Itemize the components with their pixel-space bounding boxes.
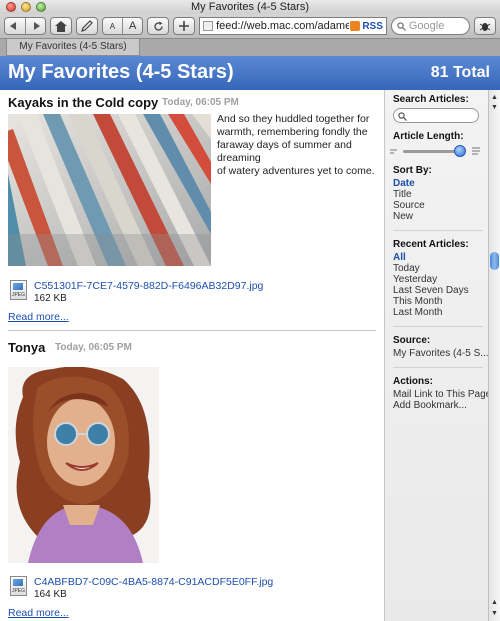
edit-button[interactable] bbox=[75, 17, 98, 35]
zoom-window-button[interactable] bbox=[36, 2, 46, 12]
text-smaller-button[interactable]: A bbox=[103, 18, 123, 34]
attachment-link[interactable]: C551301F-7CE7-4579-882D-F6496AB32D97.jpg bbox=[34, 280, 263, 292]
article-divider bbox=[8, 330, 376, 331]
source-link[interactable]: My Favorites (4-5 S... bbox=[393, 348, 489, 359]
article-title[interactable]: Kayaks in the Cold copy bbox=[8, 95, 158, 110]
article-search-input[interactable] bbox=[393, 108, 479, 123]
read-more-link[interactable]: Read more... bbox=[8, 607, 69, 619]
window-title: My Favorites (4-5 Stars) bbox=[191, 1, 309, 13]
kayaks-photo bbox=[8, 114, 211, 266]
text-size-group: A A bbox=[101, 17, 144, 35]
sort-by-heading: Sort By: bbox=[393, 165, 432, 176]
window-controls bbox=[6, 2, 46, 12]
attachment-size: 164 KB bbox=[34, 589, 67, 600]
sort-option-source[interactable]: Source bbox=[393, 200, 425, 211]
actions-heading: Actions: bbox=[393, 376, 433, 387]
article-title[interactable]: Tonya bbox=[8, 340, 45, 355]
article-length-slider-knob[interactable] bbox=[454, 145, 466, 157]
text-larger-button[interactable]: A bbox=[122, 18, 142, 34]
mail-link-action[interactable]: Mail Link to This Page bbox=[393, 389, 491, 400]
address-bar[interactable]: feed://web.mac.com/adamen RSS bbox=[199, 17, 387, 35]
plus-icon bbox=[179, 21, 190, 31]
article-date: Today, 06:05 PM bbox=[162, 97, 239, 108]
recent-option-today[interactable]: Today bbox=[393, 263, 420, 274]
recent-option-last-seven-days[interactable]: Last Seven Days bbox=[393, 285, 469, 296]
pencil-icon bbox=[80, 20, 93, 32]
jpeg-file-icon bbox=[10, 576, 27, 596]
read-more-link[interactable]: Read more... bbox=[8, 311, 69, 323]
vertical-scrollbar[interactable]: ▲ ▼ ▲ ▼ bbox=[488, 90, 500, 621]
tab-my-favorites[interactable]: My Favorites (4-5 Stars) bbox=[6, 39, 140, 56]
rss-button[interactable]: RSS bbox=[362, 21, 386, 32]
bug-icon bbox=[479, 23, 491, 31]
add-bookmark-action[interactable]: Add Bookmark... bbox=[393, 400, 467, 411]
sidebar-divider bbox=[393, 367, 483, 368]
excerpt-line: warmth, remembering fondly the bbox=[217, 126, 368, 138]
article-list: Kayaks in the Cold copy Today, 06:05 PM … bbox=[0, 90, 384, 621]
recent-option-yesterday[interactable]: Yesterday bbox=[393, 274, 437, 285]
reload-icon bbox=[153, 21, 163, 31]
source-heading: Source: bbox=[393, 335, 431, 346]
excerpt-line: of watery adventures yet to come. bbox=[217, 165, 375, 177]
search-placeholder: Google bbox=[408, 20, 445, 32]
sort-option-new[interactable]: New bbox=[393, 211, 413, 222]
back-arrow-icon[interactable] bbox=[5, 18, 25, 34]
add-bookmark-button[interactable] bbox=[173, 17, 196, 35]
google-search-input[interactable]: Google bbox=[390, 17, 471, 35]
article-excerpt: And so they huddled together for warmth,… bbox=[217, 113, 382, 178]
jpeg-file-icon bbox=[10, 280, 27, 300]
scrollbar-thumb[interactable] bbox=[490, 252, 499, 270]
long-length-icon bbox=[472, 147, 480, 155]
recent-option-last-month[interactable]: Last Month bbox=[393, 307, 442, 318]
recent-articles-heading: Recent Articles: bbox=[393, 239, 469, 250]
rss-icon bbox=[350, 21, 361, 31]
browser-toolbar: A A feed://web.mac.com/adamen RSS Google bbox=[0, 14, 500, 38]
sort-option-date[interactable]: Date bbox=[393, 178, 415, 189]
recent-option-all[interactable]: All bbox=[393, 252, 406, 263]
back-forward-group bbox=[4, 17, 46, 35]
search-icon bbox=[398, 109, 407, 124]
short-length-icon bbox=[390, 149, 397, 154]
scroll-down-arrow-icon[interactable]: ▼ bbox=[489, 102, 500, 114]
article-total-count: 81 Total bbox=[430, 64, 490, 81]
forward-arrow-icon[interactable] bbox=[24, 18, 45, 34]
article-length-heading: Article Length: bbox=[393, 131, 464, 142]
attachment-size: 162 KB bbox=[34, 293, 67, 304]
feed-sidebar: Search Articles: Article Length: Sort By… bbox=[384, 90, 491, 621]
search-icon bbox=[397, 21, 406, 31]
bug-report-button[interactable] bbox=[474, 17, 497, 35]
recent-option-this-month[interactable]: This Month bbox=[393, 296, 442, 307]
page-icon bbox=[203, 21, 214, 31]
page-title: My Favorites (4-5 Stars) bbox=[8, 61, 234, 83]
window-titlebar: My Favorites (4-5 Stars) bbox=[0, 0, 500, 14]
minimize-window-button[interactable] bbox=[21, 2, 31, 12]
home-icon bbox=[54, 20, 67, 32]
tab-bar: My Favorites (4-5 Stars) bbox=[0, 38, 500, 56]
sidebar-divider bbox=[393, 326, 483, 327]
reload-button[interactable] bbox=[147, 17, 170, 35]
home-button[interactable] bbox=[49, 17, 72, 35]
feed-header: My Favorites (4-5 Stars) 81 Total bbox=[0, 56, 500, 90]
article-date: Today, 06:05 PM bbox=[55, 342, 132, 353]
address-text: feed://web.mac.com/adamen bbox=[216, 20, 350, 32]
scroll-down-arrow-icon[interactable]: ▼ bbox=[489, 608, 500, 620]
sort-option-title[interactable]: Title bbox=[393, 189, 412, 200]
tonya-photo bbox=[8, 367, 159, 563]
close-window-button[interactable] bbox=[6, 2, 16, 12]
sidebar-divider bbox=[393, 230, 483, 231]
attachment-link[interactable]: C4ABFBD7-C09C-4BA5-8874-C91ACDF5E0FF.jpg bbox=[34, 576, 273, 588]
search-articles-heading: Search Articles: bbox=[393, 94, 469, 105]
excerpt-line: And so they huddled together for bbox=[217, 113, 370, 125]
excerpt-line: faraway days of summer and dreaming bbox=[217, 139, 352, 164]
